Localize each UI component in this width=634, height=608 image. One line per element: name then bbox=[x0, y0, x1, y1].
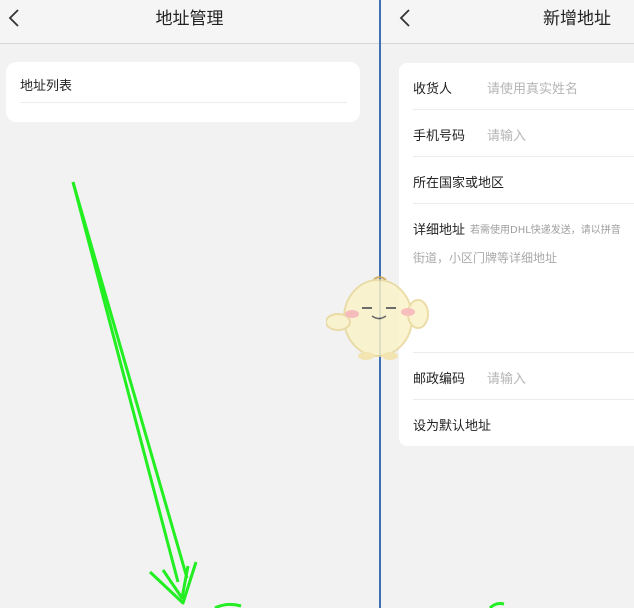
address-form: 收货人 请使用真实姓名 手机号码 请输入 所在国家或地区 详细地址 若需使用DH… bbox=[399, 63, 634, 446]
default-address-row[interactable]: 设为默认地址 bbox=[399, 400, 634, 447]
recipient-label: 收货人 bbox=[413, 82, 453, 97]
phone-label: 手机号码 bbox=[413, 129, 466, 144]
detail-address-hint: 若需使用DHL快递发送，请以拼音 bbox=[470, 225, 621, 236]
address-list-card[interactable]: 地址列表 bbox=[6, 62, 360, 122]
phone-input[interactable]: 请输入 bbox=[487, 125, 526, 144]
postcode-input[interactable]: 请输入 bbox=[487, 368, 526, 387]
address-list-title: 地址列表 bbox=[20, 79, 73, 94]
postcode-label: 邮政编码 bbox=[413, 372, 466, 387]
region-label: 所在国家或地区 bbox=[413, 176, 505, 191]
detail-address-label: 详细地址 bbox=[413, 223, 466, 238]
recipient-input[interactable]: 请使用真实姓名 bbox=[487, 78, 578, 97]
detail-address-textarea[interactable]: 街道，小区门牌等详细地址 bbox=[413, 249, 557, 266]
header-bar: 地址管理 bbox=[0, 0, 379, 44]
address-management-screen: 地址管理 地址列表 bbox=[0, 0, 379, 608]
region-row[interactable]: 所在国家或地区 bbox=[399, 157, 634, 204]
page-title: 新增地址 bbox=[543, 9, 611, 29]
divider bbox=[20, 102, 347, 103]
page-title: 地址管理 bbox=[155, 9, 224, 29]
chick-mascot-watermark bbox=[326, 276, 429, 360]
detail-address-row: 详细地址 若需使用DHL快递发送，请以拼音 街道，小区门牌等详细地址 bbox=[399, 204, 634, 353]
chevron-left-icon bbox=[399, 9, 410, 27]
postcode-row: 邮政编码 请输入 bbox=[399, 353, 634, 400]
recipient-row: 收货人 请使用真实姓名 bbox=[399, 63, 634, 110]
header-bar: 新增地址 bbox=[381, 0, 634, 44]
back-button[interactable] bbox=[399, 8, 411, 33]
phone-row: 手机号码 请输入 bbox=[399, 110, 634, 157]
default-address-label: 设为默认地址 bbox=[413, 419, 492, 434]
